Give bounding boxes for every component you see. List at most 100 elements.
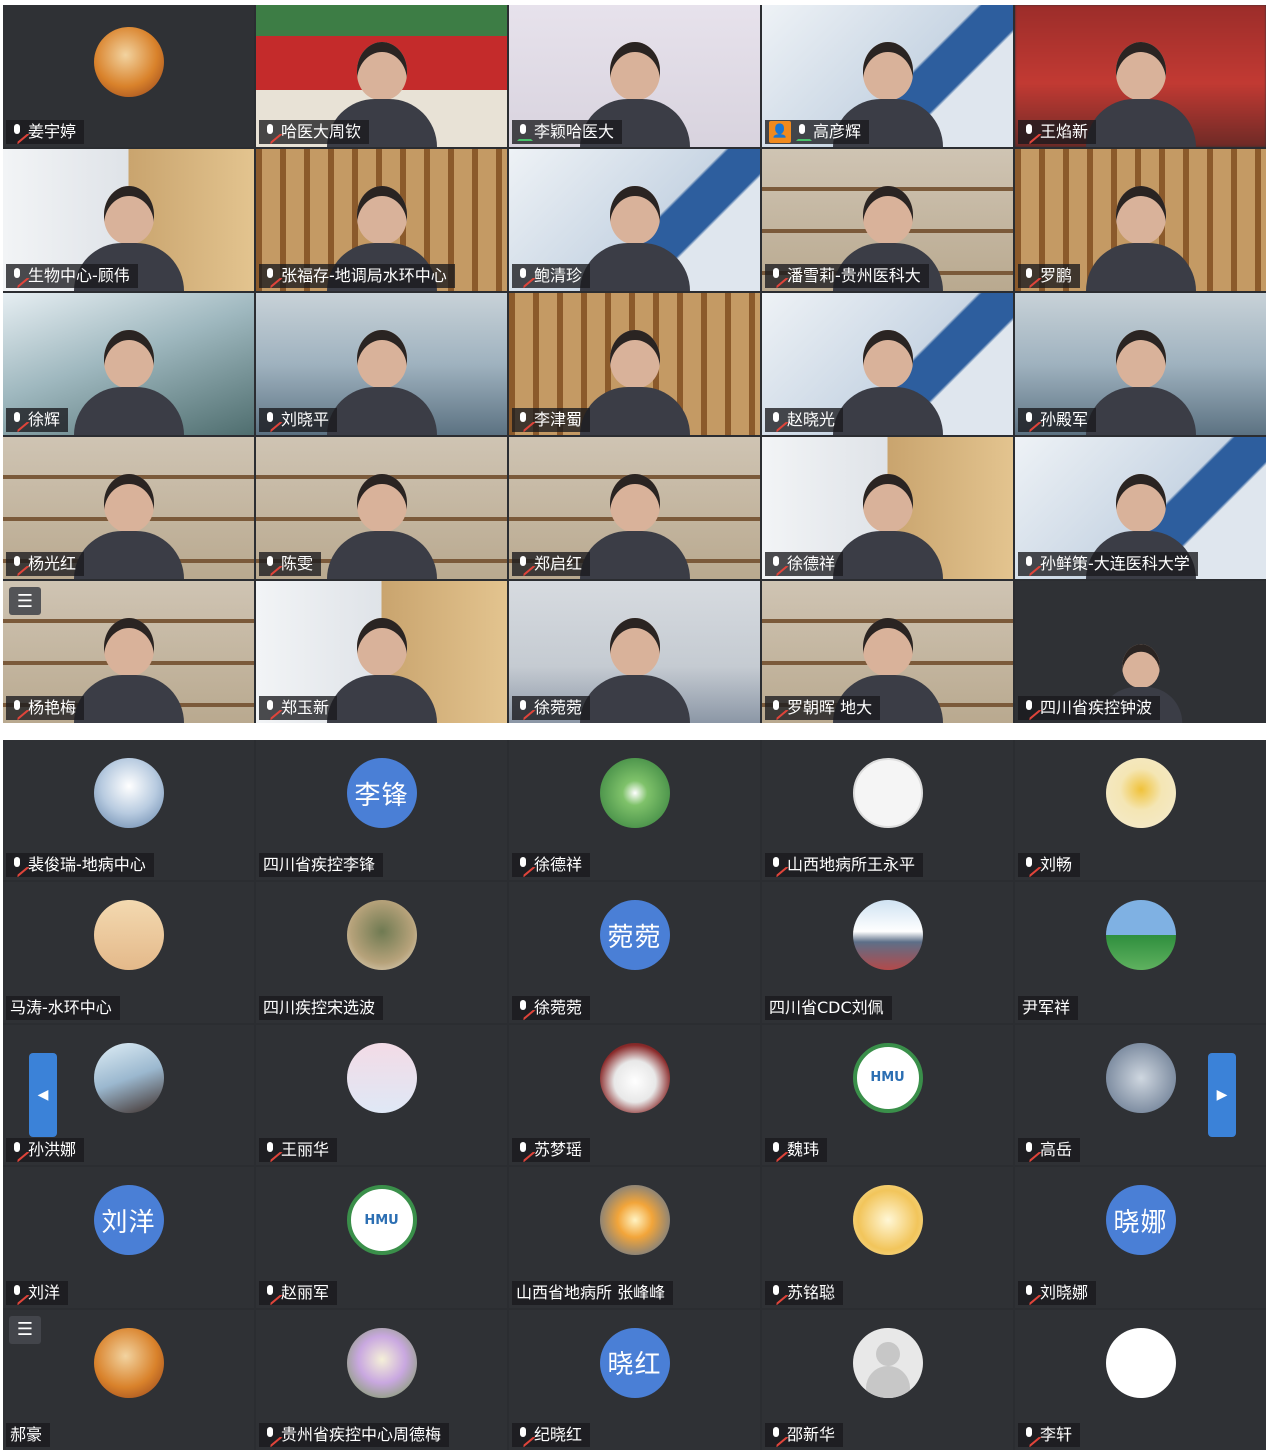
avatar-tile[interactable]: 裴俊瑞-地病中心 <box>3 740 254 881</box>
silhouette-body <box>326 531 437 579</box>
avatar-tile[interactable]: 刘畅 <box>1015 740 1266 881</box>
letter-avatar: 李锋 <box>346 758 417 828</box>
avatar-tile[interactable]: HMU 赵丽军 <box>256 1167 507 1308</box>
video-tile[interactable]: 罗朝晖 地大 <box>762 581 1013 723</box>
participant-video-silhouette <box>69 464 189 579</box>
video-tile[interactable]: 罗鹏 <box>1015 149 1266 291</box>
video-tile[interactable]: 孙鲜策-大连医科大学 <box>1015 437 1266 579</box>
avatar-tile[interactable]: 尹军祥 <box>1015 882 1266 1023</box>
participant-name: 魏玮 <box>787 1140 820 1160</box>
avatar-tile[interactable]: 苏铭聪 <box>762 1167 1013 1308</box>
silhouette-head <box>356 42 407 100</box>
list-menu-icon[interactable]: ☰ <box>9 1315 41 1344</box>
participant-name-label: 四川省疾控李锋 <box>259 853 384 878</box>
video-tile[interactable]: 孙殿军 <box>1015 293 1266 435</box>
video-tile[interactable]: 王焰新 <box>1015 5 1266 147</box>
participant-name: 贵州省疾控中心周德梅 <box>281 1424 442 1444</box>
participant-video-silhouette <box>575 320 695 435</box>
participant-name: 徐菀菀 <box>534 698 583 717</box>
silhouette-head <box>356 618 407 676</box>
video-tile[interactable]: 鲍清珍 <box>509 149 760 291</box>
avatar-tile[interactable]: 李锋四川省疾控李锋 <box>256 740 507 881</box>
participant-name-label: 鲍清珍 <box>512 264 591 288</box>
participant-name: 郝豪 <box>10 1424 43 1444</box>
avatar-tile[interactable]: 徐德祥 <box>509 740 760 881</box>
participant-name: 孙鲜策-大连医科大学 <box>1040 554 1190 573</box>
avatar-tile[interactable]: 四川省CDC刘佩 <box>762 882 1013 1023</box>
participant-name: 徐辉 <box>28 410 61 429</box>
avatar-tile[interactable]: 郝豪 ☰ <box>3 1309 254 1450</box>
microphone-muted-icon <box>263 268 277 284</box>
participant-name: 苏铭聪 <box>787 1282 836 1302</box>
participant-name-label: 裴俊瑞-地病中心 <box>6 853 154 878</box>
video-tile[interactable]: 徐德祥 <box>762 437 1013 579</box>
participant-avatar <box>1105 1042 1176 1113</box>
video-tile[interactable]: 张福存-地调局水环中心 <box>256 149 507 291</box>
participant-name: 哈医大周钦 <box>281 122 362 141</box>
video-tile[interactable]: 郑玉新 <box>256 581 507 723</box>
video-tile[interactable]: 潘雪莉-贵州医科大 <box>762 149 1013 291</box>
participant-name-label: 苏铭聪 <box>765 1280 844 1305</box>
avatar-tile[interactable]: 邵新华 <box>762 1309 1013 1450</box>
video-tile[interactable]: 姜宇婷 <box>3 5 254 147</box>
avatar-tile[interactable]: 刘洋 刘洋 <box>3 1167 254 1308</box>
silhouette-body <box>1085 243 1196 291</box>
participant-name-label: 郝豪 <box>6 1422 51 1447</box>
video-tile[interactable]: 刘晓平 <box>256 293 507 435</box>
avatar-tile[interactable]: 山西省地病所 张峰峰 <box>509 1167 760 1308</box>
participant-video-silhouette <box>69 320 189 435</box>
avatar-tile[interactable]: 晓娜 刘晓娜 <box>1015 1167 1266 1308</box>
participant-name-label: 郑玉新 <box>259 696 338 720</box>
avatar-tile[interactable]: 李轩 <box>1015 1309 1266 1450</box>
silhouette-head <box>356 186 407 244</box>
video-tile[interactable]: 徐菀菀 <box>509 581 760 723</box>
participant-video-silhouette <box>1081 320 1201 435</box>
video-tile[interactable]: 徐辉 <box>3 293 254 435</box>
microphone-muted-icon <box>1022 556 1036 572</box>
video-tile[interactable]: 李颖哈医大 <box>509 5 760 147</box>
participant-name: 四川省CDC刘佩 <box>769 997 884 1017</box>
video-tile[interactable]: 郑启红 <box>509 437 760 579</box>
participant-name-label: 刘晓娜 <box>1018 1280 1097 1305</box>
video-tile[interactable]: 四川省疾控钟波 <box>1015 581 1266 723</box>
participant-name: 生物中心-顾伟 <box>28 266 130 285</box>
silhouette-body <box>832 387 943 435</box>
video-tile[interactable]: 哈医大周钦 <box>256 5 507 147</box>
participant-name: 赵晓光 <box>787 410 836 429</box>
video-tile[interactable]: 生物中心-顾伟 <box>3 149 254 291</box>
microphone-muted-icon <box>1022 268 1036 284</box>
avatar-tile[interactable]: 苏梦瑶 <box>509 1024 760 1166</box>
participant-avatar: HMU <box>852 1042 923 1113</box>
list-menu-icon[interactable]: ☰ <box>9 587 41 615</box>
microphone-muted-icon <box>263 556 277 572</box>
silhouette-head <box>1115 42 1166 100</box>
microphone-muted-icon <box>263 124 277 140</box>
video-tile[interactable]: 👤 高彦辉 <box>762 5 1013 147</box>
avatar-tile[interactable]: 马涛-水环中心 <box>3 882 254 1023</box>
video-tile[interactable]: 李津蜀 <box>509 293 760 435</box>
participant-avatar <box>1105 900 1176 971</box>
avatar-tile[interactable]: 贵州省疾控中心周德梅 <box>256 1309 507 1450</box>
video-tile[interactable]: 杨光红 <box>3 437 254 579</box>
avatar-tile[interactable]: 王丽华 <box>256 1024 507 1166</box>
participant-name-label: 纪晓红 <box>512 1422 591 1447</box>
participant-name-label: 尹军祥 <box>1018 995 1079 1020</box>
video-tile[interactable]: 赵晓光 <box>762 293 1013 435</box>
microphone-muted-icon <box>516 268 530 284</box>
silhouette-body <box>579 675 690 723</box>
video-tile[interactable]: 陈雯 <box>256 437 507 579</box>
avatar-tile[interactable]: 山西地病所王永平 <box>762 740 1013 881</box>
microphone-muted-icon <box>1022 700 1036 716</box>
participant-avatar <box>93 758 164 828</box>
avatar-tile[interactable]: 晓红 纪晓红 <box>509 1309 760 1450</box>
chevron-left-icon[interactable]: ◀ <box>29 1053 57 1137</box>
participant-name: 刘畅 <box>1040 855 1073 875</box>
participant-name: 马涛-水环中心 <box>10 997 112 1017</box>
avatar-tile[interactable]: 四川疾控宋选波 <box>256 882 507 1023</box>
silhouette-head <box>862 618 913 676</box>
avatar-tile[interactable]: HMU 魏玮 <box>762 1024 1013 1166</box>
avatar-tile[interactable]: 菀菀 徐菀菀 <box>509 882 760 1023</box>
video-tile[interactable]: 杨艳梅 ☰ <box>3 581 254 723</box>
chevron-right-icon[interactable]: ▶ <box>1208 1053 1236 1137</box>
microphone-muted-icon <box>769 1426 783 1443</box>
